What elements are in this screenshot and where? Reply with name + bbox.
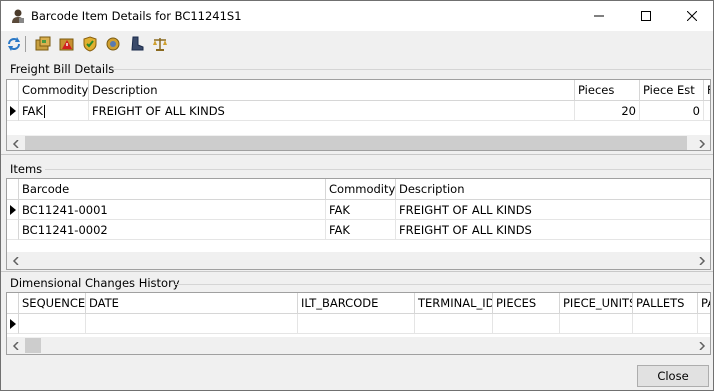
commodity-cell[interactable]: FAK xyxy=(326,220,396,240)
history-grid: SEQUENCE DATE ILT_BARCODE TERMINAL_ID PI… xyxy=(6,292,711,355)
pallets-cell[interactable] xyxy=(633,314,698,334)
scroll-left-icon[interactable] xyxy=(7,337,24,354)
items-section-label: Items xyxy=(10,162,43,176)
description-cell[interactable]: FREIGHT OF ALL KINDS xyxy=(396,200,710,220)
shield-icon[interactable] xyxy=(81,35,99,53)
title-bar: Barcode Item Details for BC11241S1 xyxy=(1,1,713,31)
pieces-cell[interactable] xyxy=(493,314,560,334)
commodity-cell[interactable]: FAK xyxy=(19,101,89,121)
column-header-pallets[interactable]: PALLETS xyxy=(633,293,698,314)
extra-cell[interactable] xyxy=(704,101,710,121)
close-button[interactable]: Close xyxy=(637,365,709,387)
column-header-commodity[interactable]: Commodity xyxy=(326,179,396,200)
column-header-sequence[interactable]: SEQUENCE xyxy=(19,293,86,314)
dialog-window: Barcode Item Details for BC11241S1 Freig… xyxy=(0,0,714,391)
piece-units-cell[interactable] xyxy=(560,314,633,334)
row-selector[interactable] xyxy=(7,101,19,121)
scale-icon[interactable] xyxy=(151,35,169,53)
splitter[interactable] xyxy=(1,271,713,275)
column-header-pa[interactable]: PA xyxy=(698,293,710,314)
terminal-id-cell[interactable] xyxy=(415,314,493,334)
row-header-corner xyxy=(7,179,19,200)
scroll-right-icon[interactable] xyxy=(693,135,710,150)
barcode-cell[interactable]: BC11241-0002 xyxy=(19,220,326,240)
pieces-cell[interactable]: 20 xyxy=(575,101,640,121)
freight-header: Commodity Description Pieces Piece Est F xyxy=(7,80,710,101)
section-divider xyxy=(113,69,711,70)
scroll-left-icon[interactable] xyxy=(7,135,24,150)
barcode-cell[interactable]: BC11241-0001 xyxy=(19,200,326,220)
ilt-barcode-cell[interactable] xyxy=(298,314,415,334)
column-header-commodity[interactable]: Commodity xyxy=(19,80,89,101)
freight-section-label: Freight Bill Details xyxy=(10,62,115,76)
column-header-terminal-id[interactable]: TERMINAL_ID xyxy=(415,293,493,314)
table-row[interactable] xyxy=(7,314,710,334)
history-header: SEQUENCE DATE ILT_BARCODE TERMINAL_ID PI… xyxy=(7,293,710,314)
sequence-cell[interactable] xyxy=(19,314,86,334)
window-title: Barcode Item Details for BC11241S1 xyxy=(31,9,242,23)
column-header-piece-est[interactable]: Piece Est xyxy=(640,80,704,101)
row-selector[interactable] xyxy=(7,314,19,334)
date-cell[interactable] xyxy=(86,314,298,334)
commodity-value: FAK xyxy=(22,104,43,118)
package-icon[interactable] xyxy=(34,35,52,53)
description-cell[interactable]: FREIGHT OF ALL KINDS xyxy=(396,220,710,240)
row-header-corner xyxy=(7,80,19,101)
current-row-icon xyxy=(10,319,16,329)
scroll-thumb[interactable] xyxy=(25,338,41,353)
minimize-button[interactable] xyxy=(576,1,622,31)
section-divider xyxy=(45,169,711,170)
column-header-piece-units[interactable]: PIECE_UNITS xyxy=(560,293,633,314)
column-header-barcode[interactable]: Barcode xyxy=(19,179,326,200)
current-row-icon xyxy=(10,205,16,215)
close-icon xyxy=(687,11,697,21)
column-header-description[interactable]: Description xyxy=(396,179,710,200)
boot-icon[interactable] xyxy=(128,35,146,53)
toolbar-separator xyxy=(25,36,26,52)
minimize-icon xyxy=(594,15,604,17)
row-header-corner xyxy=(7,293,19,314)
row-selector[interactable] xyxy=(7,200,19,220)
row-selector[interactable] xyxy=(7,220,19,240)
scroll-right-icon[interactable] xyxy=(693,252,710,269)
refresh-icon[interactable] xyxy=(5,35,23,53)
freight-hscrollbar[interactable] xyxy=(7,135,710,150)
user-icon xyxy=(12,9,24,23)
items-hscrollbar[interactable] xyxy=(7,252,710,269)
piece-est-cell[interactable]: 0 xyxy=(640,101,704,121)
close-window-button[interactable] xyxy=(669,1,714,31)
column-header-ilt-barcode[interactable]: ILT_BARCODE xyxy=(298,293,415,314)
maximize-button[interactable] xyxy=(623,1,669,31)
scroll-left-icon[interactable] xyxy=(7,252,24,269)
text-caret xyxy=(43,105,45,118)
splitter[interactable] xyxy=(1,154,713,158)
scroll-thumb[interactable] xyxy=(25,136,687,150)
history-section-label: Dimensional Changes History xyxy=(10,276,180,290)
table-row[interactable]: FAK FREIGHT OF ALL KINDS 20 0 xyxy=(7,101,710,121)
items-header: Barcode Commodity Description xyxy=(7,179,710,200)
column-header-pieces[interactable]: Pieces xyxy=(575,80,640,101)
freight-grid: Commodity Description Pieces Piece Est F… xyxy=(6,79,711,151)
column-header-description[interactable]: Description xyxy=(89,80,575,101)
history-hscrollbar[interactable] xyxy=(7,337,710,354)
items-grid: Barcode Commodity Description BC11241-00… xyxy=(6,178,711,270)
pa-cell[interactable] xyxy=(698,314,710,334)
maximize-icon xyxy=(641,11,651,21)
table-row[interactable]: BC11241-0002 FAK FREIGHT OF ALL KINDS xyxy=(7,220,710,240)
table-row[interactable]: BC11241-0001 FAK FREIGHT OF ALL KINDS xyxy=(7,200,710,220)
column-header-date[interactable]: DATE xyxy=(86,293,298,314)
scroll-right-icon[interactable] xyxy=(693,337,710,354)
commodity-cell[interactable]: FAK xyxy=(326,200,396,220)
toolbar xyxy=(1,31,713,57)
badge-icon[interactable] xyxy=(104,35,122,53)
column-header-extra[interactable]: F xyxy=(704,80,710,101)
section-divider xyxy=(175,284,711,285)
box-warning-icon[interactable] xyxy=(58,35,76,53)
column-header-pieces[interactable]: PIECES xyxy=(493,293,560,314)
description-cell[interactable]: FREIGHT OF ALL KINDS xyxy=(89,101,575,121)
current-row-icon xyxy=(10,106,16,116)
